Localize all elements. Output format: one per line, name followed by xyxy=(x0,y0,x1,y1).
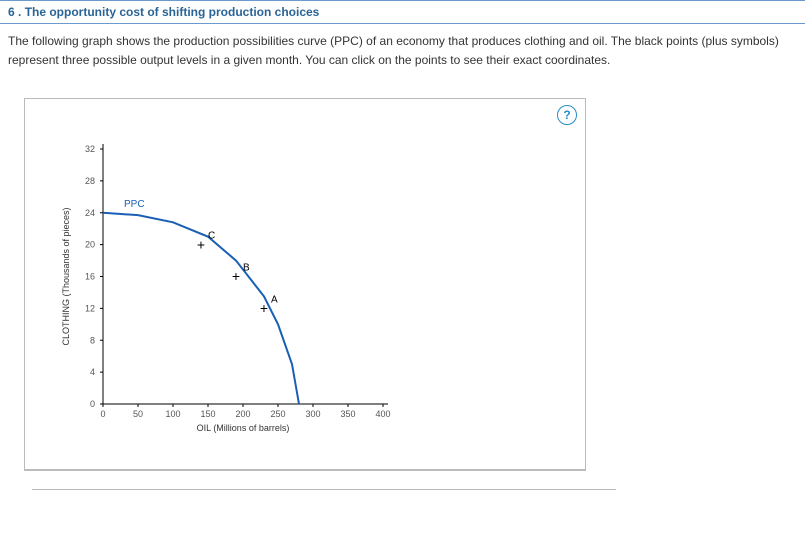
svg-text:12: 12 xyxy=(85,304,95,314)
svg-text:350: 350 xyxy=(340,409,355,419)
point-label-c: C xyxy=(208,231,215,242)
svg-text:200: 200 xyxy=(235,409,250,419)
svg-text:16: 16 xyxy=(85,272,95,282)
question-header: 6 . The opportunity cost of shifting pro… xyxy=(0,0,805,24)
svg-text:300: 300 xyxy=(305,409,320,419)
graph-panel: ? 0 4 8 12 16 20 24 28 32 0 50 100 150 200 250 300 350 40… xyxy=(24,98,586,471)
point-c[interactable]: + xyxy=(197,237,205,253)
point-label-a: A xyxy=(271,295,278,306)
question-description: The following graph shows the production… xyxy=(0,24,805,82)
svg-text:OIL (Millions of barrels): OIL (Millions of barrels) xyxy=(197,423,290,433)
point-b[interactable]: + xyxy=(232,269,240,285)
question-title: The opportunity cost of shifting product… xyxy=(25,5,320,19)
svg-text:24: 24 xyxy=(85,208,95,218)
question-number: 6 . xyxy=(8,5,21,19)
ppc-label: PPC xyxy=(124,199,145,210)
svg-text:400: 400 xyxy=(375,409,390,419)
svg-text:150: 150 xyxy=(200,409,215,419)
svg-text:28: 28 xyxy=(85,176,95,186)
point-a[interactable]: + xyxy=(260,300,268,316)
point-label-b: B xyxy=(243,263,250,274)
svg-text:250: 250 xyxy=(270,409,285,419)
panel-divider xyxy=(32,489,616,490)
svg-text:50: 50 xyxy=(133,409,143,419)
help-button[interactable]: ? xyxy=(557,105,577,125)
svg-text:0: 0 xyxy=(90,399,95,409)
svg-text:32: 32 xyxy=(85,144,95,154)
svg-text:CLOTHING (Thousands of pieces): CLOTHING (Thousands of pieces) xyxy=(61,208,71,346)
svg-text:4: 4 xyxy=(90,368,95,378)
ppc-chart[interactable]: 0 4 8 12 16 20 24 28 32 0 50 100 150 200 250 300 350 400 O… xyxy=(55,139,435,449)
svg-text:8: 8 xyxy=(90,336,95,346)
svg-text:100: 100 xyxy=(165,409,180,419)
svg-text:0: 0 xyxy=(100,409,105,419)
svg-text:20: 20 xyxy=(85,240,95,250)
